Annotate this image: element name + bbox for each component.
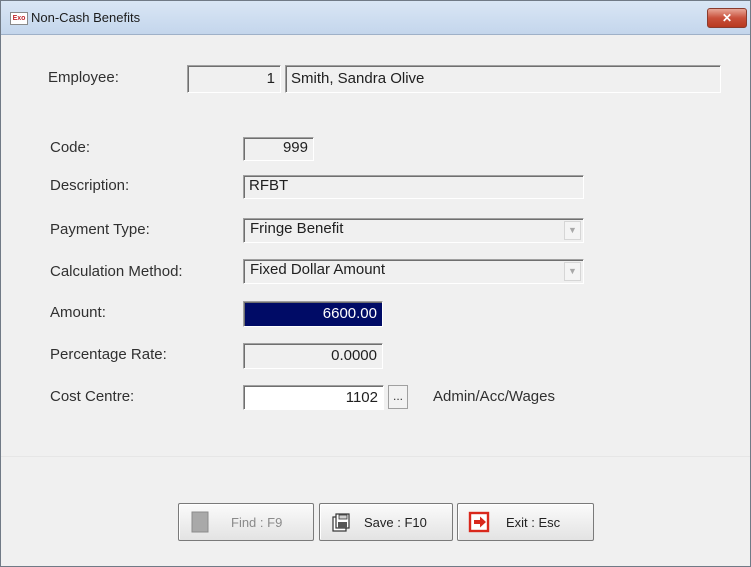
cost-centre-field[interactable]: 1102	[243, 385, 384, 410]
amount-field[interactable]: 6600.00	[243, 301, 383, 327]
employee-number-field: 1	[187, 65, 281, 93]
calculation-method-label: Calculation Method:	[50, 263, 183, 280]
chevron-down-icon[interactable]: ▼	[564, 221, 581, 240]
close-button[interactable]: ✕	[707, 8, 747, 28]
title-bar[interactable]: Exo Non-Cash Benefits ✕	[1, 1, 750, 35]
find-icon	[191, 511, 209, 533]
payment-type-label: Payment Type:	[50, 221, 150, 238]
divider	[1, 456, 750, 457]
amount-label: Amount:	[50, 304, 106, 321]
exit-button[interactable]: Exit : Esc	[457, 503, 594, 541]
code-field: 999	[243, 137, 314, 161]
payment-type-value: Fringe Benefit	[250, 220, 344, 237]
app-icon: Exo	[10, 12, 28, 25]
cost-centre-lookup-button[interactable]: ...	[388, 385, 408, 409]
find-button[interactable]: Find : F9	[178, 503, 314, 541]
code-label: Code:	[50, 139, 91, 156]
save-button[interactable]: Save : F10	[319, 503, 453, 541]
non-cash-benefits-window: Exo Non-Cash Benefits ✕ Employee: 1 Smit…	[0, 0, 751, 567]
employee-name-field: Smith, Sandra Olive	[285, 65, 721, 93]
cost-centre-description: Admin/Acc/Wages	[433, 388, 555, 405]
chevron-down-icon[interactable]: ▼	[564, 262, 581, 281]
calculation-method-combo[interactable]: Fixed Dollar Amount ▼	[243, 259, 584, 284]
percentage-rate-label: Percentage Rate:	[50, 346, 167, 363]
calculation-method-value: Fixed Dollar Amount	[250, 261, 386, 278]
payment-type-combo[interactable]: Fringe Benefit ▼	[243, 218, 584, 243]
exit-icon	[468, 511, 490, 533]
percentage-rate-field: 0.0000	[243, 343, 383, 369]
save-icon	[332, 513, 350, 532]
find-button-label: Find : F9	[231, 515, 283, 530]
cost-centre-label: Cost Centre:	[50, 388, 135, 405]
description-label: Description:	[50, 177, 130, 194]
exit-button-label: Exit : Esc	[506, 515, 561, 530]
description-field[interactable]: RFBT	[243, 175, 584, 199]
window-title: Non-Cash Benefits	[31, 10, 141, 25]
employee-label: Employee:	[48, 69, 119, 86]
save-button-label: Save : F10	[364, 515, 427, 530]
